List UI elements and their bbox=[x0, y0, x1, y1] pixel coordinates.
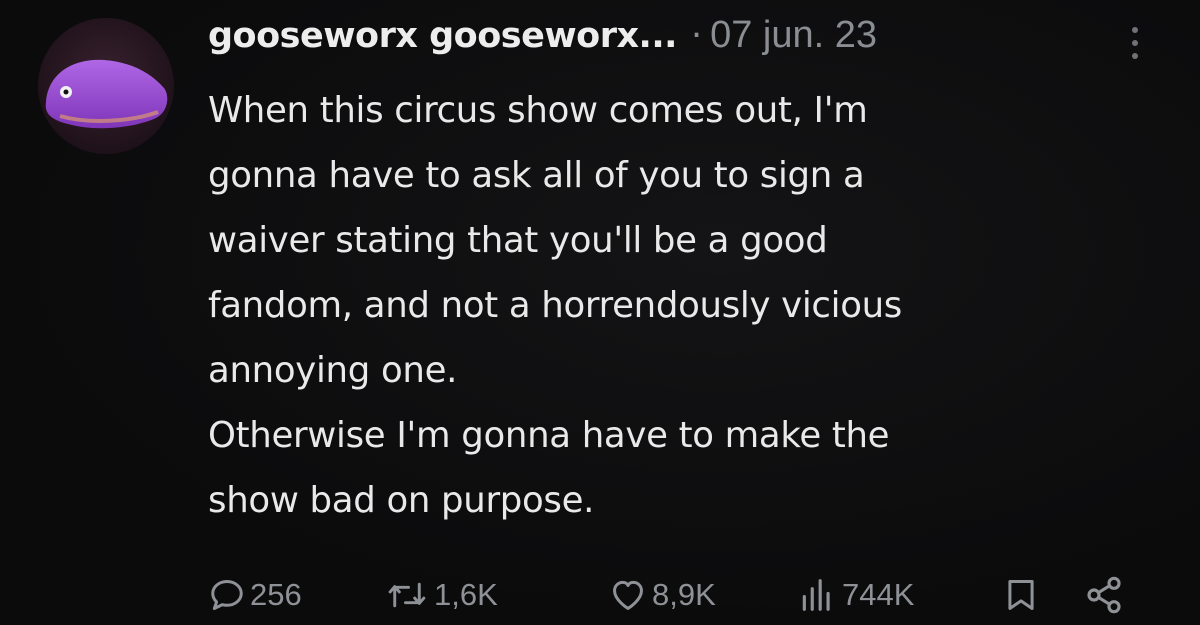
repost-icon bbox=[388, 582, 426, 608]
post-body-line: annoying one. bbox=[208, 350, 458, 391]
views-button[interactable]: 744K bbox=[796, 570, 914, 620]
share-button[interactable] bbox=[1084, 570, 1124, 620]
post-body-line: When this circus show comes out, I'm bbox=[208, 90, 868, 131]
repost-count: 1,6K bbox=[434, 577, 498, 612]
bookmark-button[interactable] bbox=[1002, 570, 1040, 620]
repost-button[interactable]: 1,6K bbox=[384, 570, 498, 620]
post-body-line: Otherwise I'm gonna have to make the bbox=[208, 415, 890, 456]
like-count: 8,9K bbox=[652, 577, 716, 612]
like-button[interactable]: 8,9K bbox=[608, 570, 716, 620]
post-body-line: show bad on purpose. bbox=[208, 480, 595, 521]
post-body-line: fandom, and not a horrendously vicious bbox=[208, 285, 903, 326]
action-bar: 256 1,6K 8,9K 744K bbox=[208, 570, 1148, 620]
reply-icon bbox=[211, 580, 243, 610]
views-count: 744K bbox=[842, 577, 915, 612]
header-separator: · bbox=[690, 16, 703, 56]
post-header: gooseworx gooseworx... · 07 jun. 23 bbox=[208, 14, 877, 70]
post-body-line: waiver stating that you'll be a good bbox=[208, 220, 828, 261]
purple-creature-avatar-icon bbox=[38, 18, 174, 154]
reply-button[interactable]: 256 bbox=[208, 570, 302, 620]
more-options-icon[interactable] bbox=[1118, 18, 1152, 68]
post-date[interactable]: 07 jun. 23 bbox=[710, 14, 877, 57]
avatar[interactable] bbox=[38, 18, 174, 154]
bookmark-icon bbox=[1008, 580, 1034, 610]
tweet-card: gooseworx gooseworx... · 07 jun. 23 When… bbox=[0, 0, 1200, 625]
heart-icon bbox=[613, 580, 643, 610]
share-icon bbox=[1087, 576, 1121, 614]
author-name[interactable]: gooseworx gooseworx... bbox=[208, 16, 677, 56]
post-body: When this circus show comes out, I'm gon… bbox=[208, 78, 1168, 533]
post-body-line: gonna have to ask all of you to sign a bbox=[208, 155, 865, 196]
reply-count: 256 bbox=[250, 577, 302, 612]
views-chart-icon bbox=[802, 579, 830, 611]
